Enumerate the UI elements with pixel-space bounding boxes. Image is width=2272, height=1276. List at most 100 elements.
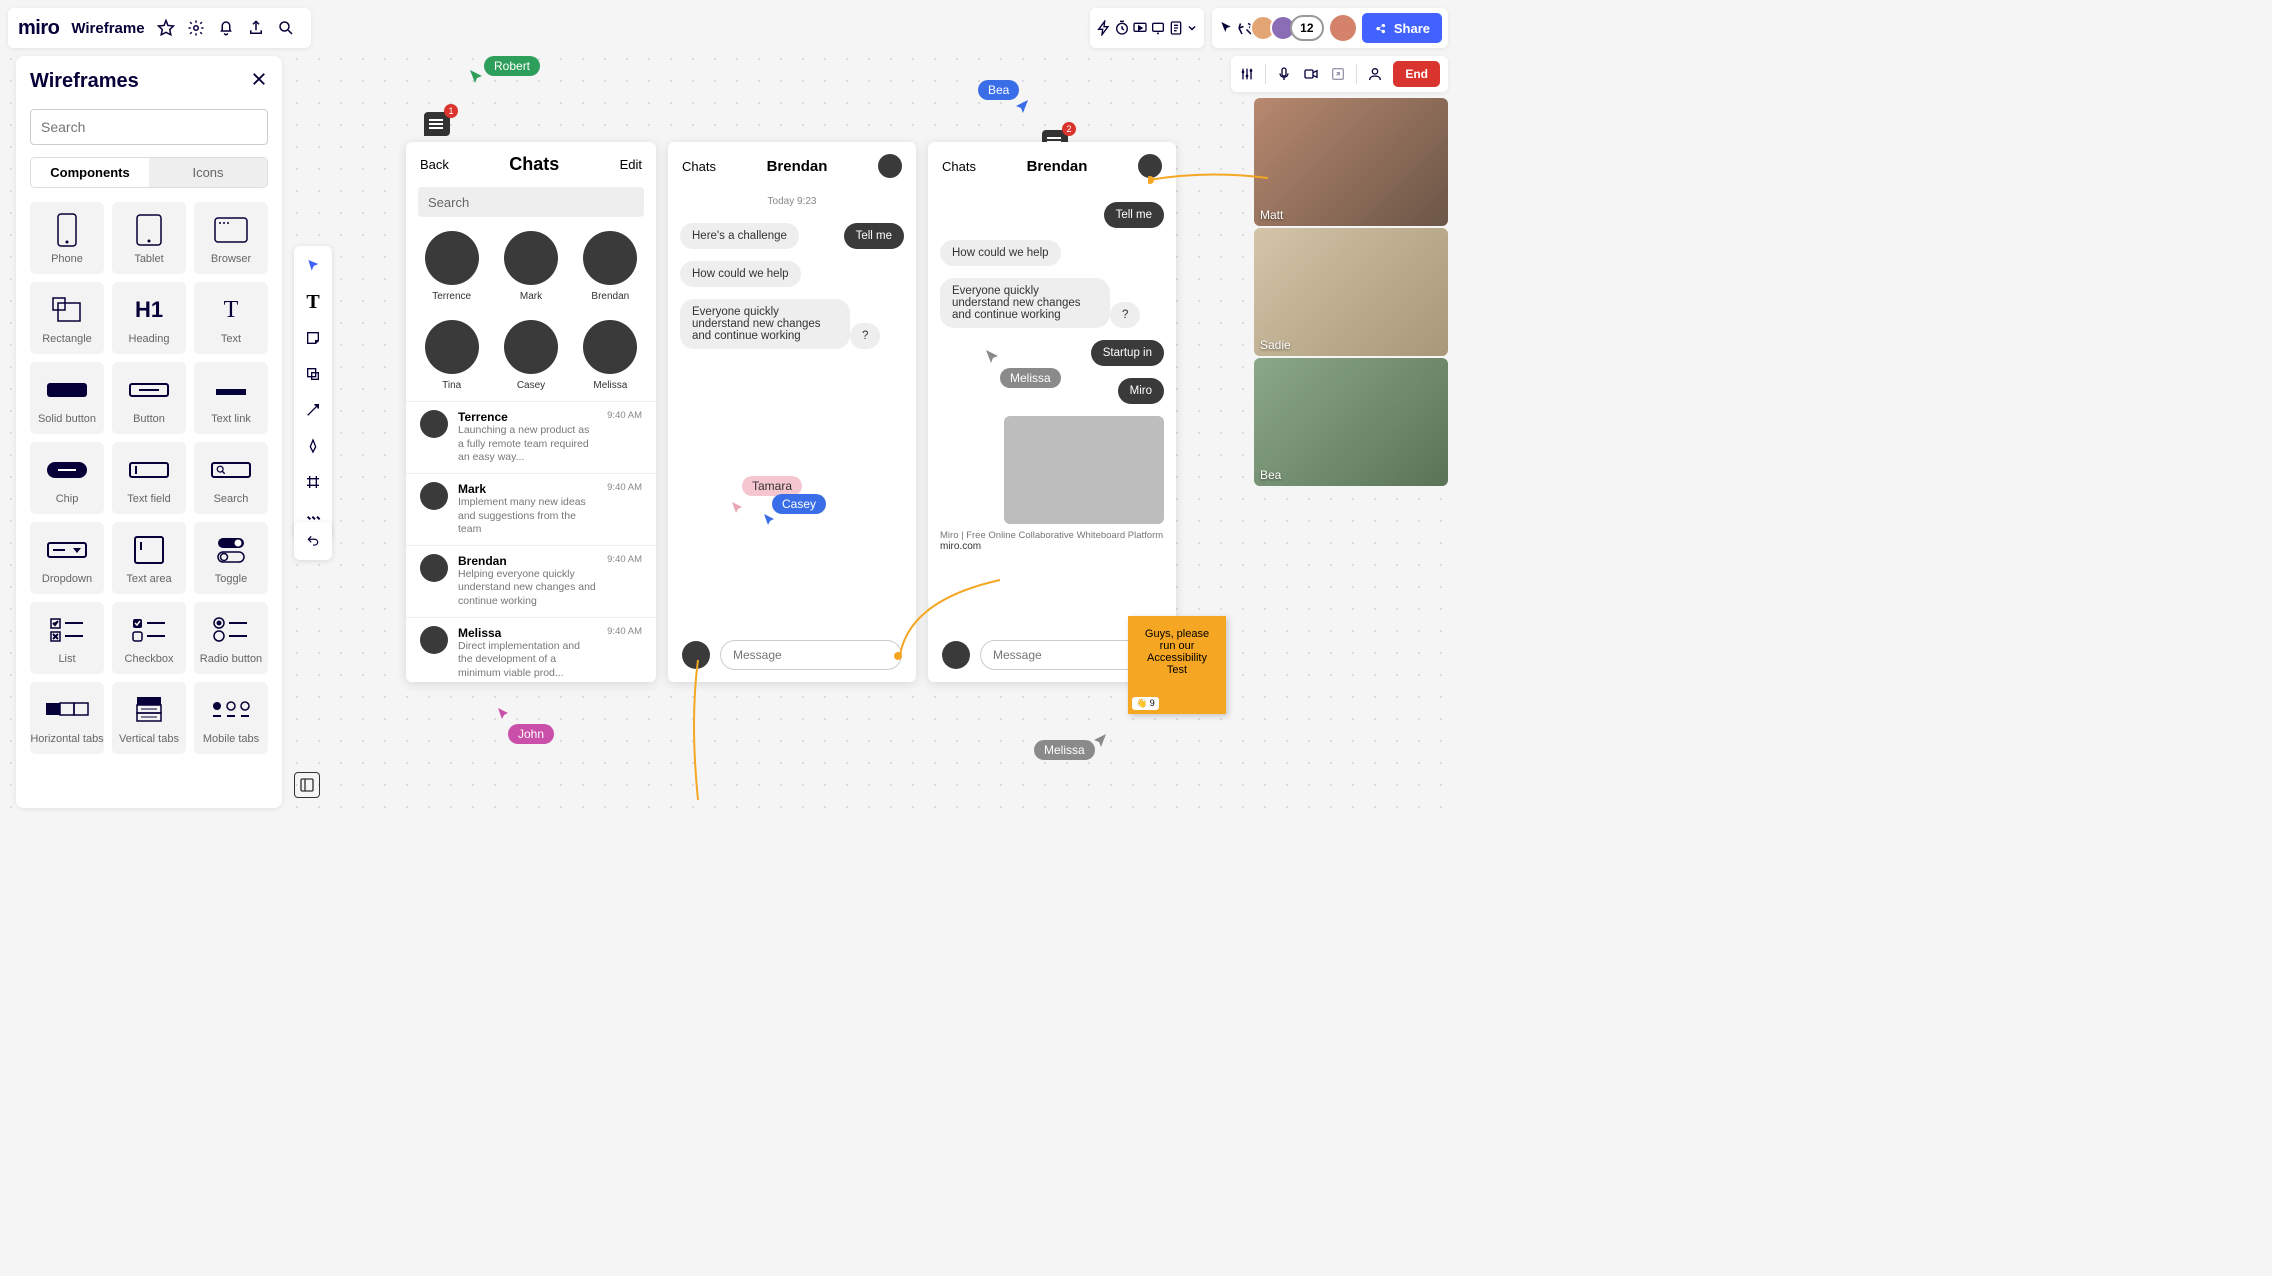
shape-tool[interactable] <box>299 360 327 388</box>
chat-row[interactable]: BrendanHelping everyone quickly understa… <box>406 546 656 618</box>
message-bubble: How could we help <box>680 261 801 287</box>
link-preview-url: miro.com <box>940 541 1164 552</box>
undo-button[interactable] <box>294 522 332 560</box>
frame-tool[interactable] <box>299 468 327 496</box>
panel-search-input[interactable] <box>30 109 268 145</box>
end-button[interactable]: End <box>1393 61 1440 87</box>
comp-solid-button[interactable]: Solid button <box>30 362 104 434</box>
comp-text-area[interactable]: Text area <box>112 522 186 594</box>
wireframe-conversation-2[interactable]: Chats Brendan Tell meHow could we helpEv… <box>928 142 1176 682</box>
avatar-item[interactable]: Casey <box>503 320 558 391</box>
back-button[interactable]: Back <box>420 157 449 172</box>
comp-toggle[interactable]: Toggle <box>194 522 268 594</box>
notes-icon[interactable] <box>1168 20 1184 36</box>
chat-row[interactable]: MarkImplement many new ideas and suggest… <box>406 474 656 546</box>
comp-radio[interactable]: Radio button <box>194 602 268 674</box>
pointer-icon[interactable] <box>1218 20 1234 36</box>
participant-count: 12 <box>1290 15 1324 41</box>
video-tile[interactable]: Bea <box>1254 358 1448 486</box>
wireframes-panel: Wireframes Components Icons Phone Tablet… <box>16 56 282 808</box>
comp-search[interactable]: Search <box>194 442 268 514</box>
comp-chip[interactable]: Chip <box>30 442 104 514</box>
present-icon[interactable] <box>1132 20 1148 36</box>
comp-list[interactable]: List <box>30 602 104 674</box>
avatar-item[interactable]: Brendan <box>583 231 638 302</box>
comp-rectangle[interactable]: Rectangle <box>30 282 104 354</box>
comp-dropdown[interactable]: Dropdown <box>30 522 104 594</box>
avatar-item[interactable]: Tina <box>424 320 479 391</box>
avatar-icon <box>942 641 970 669</box>
board-name[interactable]: Wireframe <box>71 20 144 37</box>
message-bubble: Miro <box>1118 378 1164 404</box>
wireframe-chats-list[interactable]: Back Chats Edit Search TerrenceMarkBrend… <box>406 142 656 682</box>
comp-horizontal-tabs[interactable]: Horizontal tabs <box>30 682 104 754</box>
avatar-item[interactable]: Mark <box>503 231 558 302</box>
edit-button[interactable]: Edit <box>620 157 642 172</box>
comp-text[interactable]: TText <box>194 282 268 354</box>
comment-icon[interactable]: 1 <box>424 112 450 136</box>
cursor-label: Bea <box>978 80 1019 100</box>
meeting-controls: End <box>1231 56 1448 92</box>
participants-stack[interactable]: 12 <box>1256 15 1324 41</box>
sticky-tool[interactable] <box>299 324 327 352</box>
panel-title: Wireframes <box>30 70 268 93</box>
settings-icon[interactable] <box>181 13 211 43</box>
timer-icon[interactable] <box>1114 20 1130 36</box>
video-tile[interactable]: Sadie <box>1254 228 1448 356</box>
message-input[interactable] <box>720 640 902 670</box>
comp-text-field[interactable]: Text field <box>112 442 186 514</box>
miro-logo: miro <box>18 17 59 40</box>
comp-text-link[interactable]: Text link <box>194 362 268 434</box>
comp-mobile-tabs[interactable]: Mobile tabs <box>194 682 268 754</box>
message-bubble: ? <box>850 323 880 349</box>
comp-tablet[interactable]: Tablet <box>112 202 186 274</box>
share-button[interactable]: Share <box>1362 13 1442 43</box>
star-icon[interactable] <box>151 13 181 43</box>
text-tool[interactable]: T <box>299 288 327 316</box>
chats-back[interactable]: Chats <box>942 159 976 174</box>
video-icon[interactable] <box>1302 66 1320 82</box>
comp-button[interactable]: Button <box>112 362 186 434</box>
share-screen-icon[interactable] <box>1330 66 1346 82</box>
select-tool[interactable] <box>299 252 327 280</box>
comp-heading[interactable]: H1Heading <box>112 282 186 354</box>
cursor-label: Robert <box>484 56 540 76</box>
tab-components[interactable]: Components <box>31 158 149 187</box>
sticky-reactions[interactable]: 👋 9 <box>1132 697 1159 710</box>
current-user-avatar[interactable] <box>1330 15 1356 41</box>
export-icon[interactable] <box>241 13 271 43</box>
cursor-label: Melissa <box>1000 368 1061 388</box>
wireframe-conversation-1[interactable]: Chats Brendan Today 9:23 Here's a challe… <box>668 142 916 682</box>
comp-checkbox[interactable]: Checkbox <box>112 602 186 674</box>
sticky-note[interactable]: Guys, please run our Accessibility Test … <box>1128 616 1226 714</box>
chats-back[interactable]: Chats <box>682 159 716 174</box>
message-bubble: Tell me <box>1104 202 1164 228</box>
close-icon[interactable] <box>250 70 268 88</box>
avatar-icon <box>682 641 710 669</box>
components-grid: Phone Tablet Browser Rectangle H1Heading… <box>30 202 268 754</box>
search-icon[interactable] <box>271 13 301 43</box>
chat-row[interactable]: MelissaDirect implementation and the dev… <box>406 618 656 690</box>
pen-tool[interactable] <box>299 432 327 460</box>
avatar-item[interactable]: Terrence <box>424 231 479 302</box>
notifications-icon[interactable] <box>211 13 241 43</box>
chat-row[interactable]: TerrenceLaunching a new product as a ful… <box>406 402 656 474</box>
tab-icons[interactable]: Icons <box>149 158 267 187</box>
sliders-icon[interactable] <box>1239 66 1255 82</box>
video-tile[interactable]: Matt <box>1254 98 1448 226</box>
lightning-icon[interactable] <box>1096 20 1112 36</box>
comp-phone[interactable]: Phone <box>30 202 104 274</box>
panel-toggle-icon[interactable] <box>294 772 320 798</box>
message-bubble: Tell me <box>844 223 904 249</box>
comp-vertical-tabs[interactable]: Vertical tabs <box>112 682 186 754</box>
people-icon[interactable] <box>1367 66 1383 82</box>
avatar-item[interactable]: Melissa <box>583 320 638 391</box>
chevron-down-icon[interactable] <box>1186 22 1198 34</box>
comp-browser[interactable]: Browser <box>194 202 268 274</box>
message-bubble: How could we help <box>940 240 1061 266</box>
frames-icon[interactable] <box>1150 20 1166 36</box>
wf-search-field[interactable]: Search <box>418 187 644 217</box>
cursor-label: John <box>508 724 554 744</box>
mic-icon[interactable] <box>1276 66 1292 82</box>
arrow-tool[interactable] <box>299 396 327 424</box>
